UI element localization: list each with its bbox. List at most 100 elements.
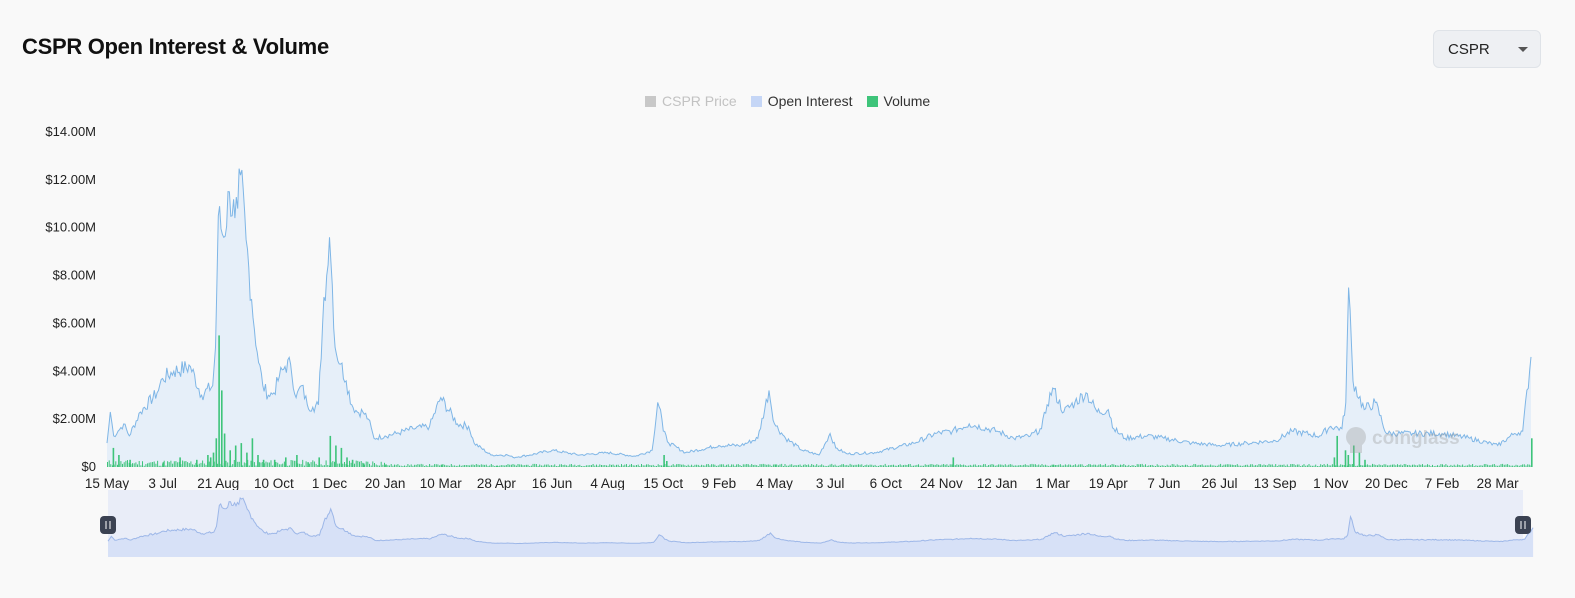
volume-bar <box>585 465 587 467</box>
volume-bar <box>649 465 651 467</box>
volume-bar <box>1101 465 1103 467</box>
volume-bar <box>679 464 681 467</box>
volume-bar <box>439 465 441 467</box>
volume-bar <box>1398 465 1400 467</box>
volume-bar <box>1195 464 1197 467</box>
volume-bar <box>894 465 896 467</box>
volume-bar <box>290 460 292 467</box>
volume-bar <box>619 466 621 467</box>
navigator-handle-left[interactable] <box>100 516 116 534</box>
volume-bar <box>1228 464 1230 467</box>
volume-bar <box>382 464 384 467</box>
volume-bar <box>480 464 482 467</box>
volume-bar <box>367 461 369 467</box>
volume-bar <box>776 464 778 467</box>
volume-bar <box>1016 465 1018 467</box>
volume-bar <box>1014 465 1016 467</box>
volume-bar <box>122 463 123 467</box>
volume-bar <box>477 464 479 467</box>
volume-bar <box>716 465 718 467</box>
volume-bar <box>1273 465 1275 467</box>
volume-bar <box>1338 465 1340 467</box>
volume-bar <box>1076 465 1078 467</box>
volume-bar <box>385 464 387 467</box>
volume-bar <box>1303 464 1305 467</box>
volume-bar <box>1468 464 1470 467</box>
volume-bar <box>1498 465 1500 467</box>
volume-bar <box>1495 465 1497 467</box>
volume-bar <box>1377 465 1378 467</box>
volume-bar <box>1283 464 1285 467</box>
volume-bar <box>1106 465 1108 467</box>
volume-bar <box>1086 465 1088 467</box>
volume-bar <box>1091 465 1093 467</box>
volume-bar <box>879 465 881 467</box>
volume-bar <box>736 464 738 467</box>
y-tick-label: $8.00M <box>53 268 96 283</box>
volume-bar <box>837 465 839 467</box>
volume-bar <box>692 465 694 467</box>
volume-bar <box>804 464 806 467</box>
volume-bar <box>1099 464 1101 467</box>
volume-bar <box>494 466 496 467</box>
x-tick-label: 10 Mar <box>420 476 463 491</box>
volume-bar <box>983 464 985 467</box>
volume-bar <box>482 464 484 467</box>
volume-bar <box>934 464 936 467</box>
volume-bar <box>225 460 227 467</box>
volume-bar <box>323 465 325 467</box>
volume-bar <box>365 461 367 467</box>
volume-bar <box>888 465 889 467</box>
volume-bar <box>1156 464 1158 467</box>
volume-bar <box>273 459 276 467</box>
volume-bar <box>1450 464 1452 467</box>
x-tick-label: 24 Nov <box>920 476 963 491</box>
volume-bar <box>545 464 547 467</box>
y-tick-label: $0 <box>82 459 96 474</box>
volume-bar <box>1415 465 1417 467</box>
x-tick-label: 20 Jan <box>365 476 406 491</box>
volume-bar <box>300 464 302 467</box>
volume-bar <box>253 462 255 467</box>
volume-bar <box>1347 455 1350 467</box>
volume-bar <box>709 465 711 467</box>
volume-bar <box>1300 466 1302 467</box>
volume-bar <box>1051 464 1053 467</box>
volume-bar <box>1128 464 1130 467</box>
volume-bar <box>1482 465 1484 467</box>
volume-bar <box>240 443 243 467</box>
volume-bar <box>1308 464 1310 467</box>
volume-bar <box>387 465 389 467</box>
volume-bar <box>801 465 803 467</box>
volume-bar <box>1463 465 1465 467</box>
volume-bar <box>424 466 426 467</box>
volume-bar <box>1475 465 1477 467</box>
volume-bar <box>1171 464 1173 467</box>
volume-bar <box>883 465 884 467</box>
volume-bar <box>832 465 834 467</box>
volume-bar <box>1001 464 1003 467</box>
volume-bar <box>1043 465 1045 467</box>
volume-bar <box>429 464 431 467</box>
volume-bar <box>741 466 743 467</box>
navigator[interactable] <box>100 490 1534 557</box>
volume-bar <box>871 464 873 467</box>
volume-bar <box>1460 465 1462 467</box>
volume-bar <box>517 464 519 467</box>
volume-bar <box>1009 464 1011 467</box>
volume-bar <box>1335 465 1337 467</box>
navigator-handle-right[interactable] <box>1515 516 1531 534</box>
volume-bar <box>973 464 975 467</box>
volume-bar <box>956 464 958 467</box>
volume-bar <box>909 464 911 467</box>
volume-bar <box>851 464 853 467</box>
volume-bar <box>1125 465 1126 467</box>
volume-bar <box>142 461 143 467</box>
volume-bar <box>661 465 662 467</box>
volume-bar <box>170 460 172 467</box>
volume-bar <box>1181 465 1183 467</box>
volume-bar <box>1260 464 1262 467</box>
volume-bar <box>869 464 871 467</box>
volume-bar <box>1235 465 1237 467</box>
volume-bar <box>993 464 995 467</box>
